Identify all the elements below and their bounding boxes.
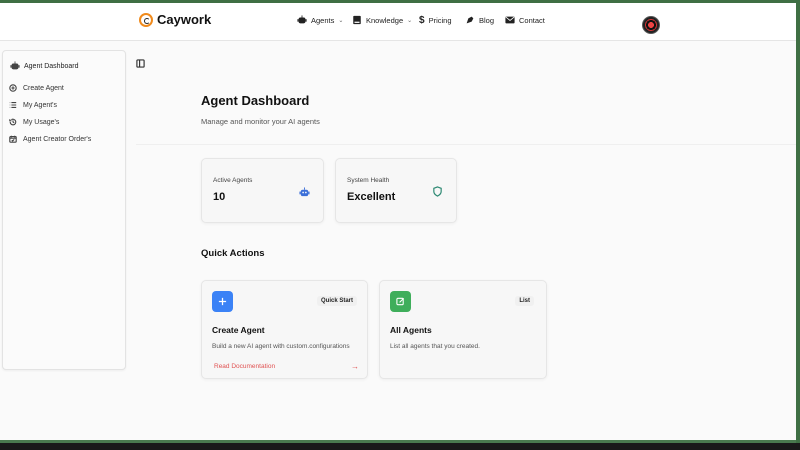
user-avatar[interactable] <box>642 16 660 34</box>
history-icon <box>9 118 17 126</box>
quick-action-create-agent[interactable]: Quick Start Create Agent Build a new AI … <box>201 280 368 379</box>
sidebar: Agent Dashboard Create Agent My Agent's … <box>2 50 126 370</box>
plus-circle-icon <box>9 84 17 92</box>
stat-label: System Health <box>347 177 390 184</box>
sidebar-item-label: My Usage's <box>23 118 60 126</box>
nav-agents-label: Agents <box>311 15 335 25</box>
nav-agents[interactable]: Agents ⌄ <box>297 15 343 25</box>
quick-start-badge: Quick Start <box>316 296 357 306</box>
sidebar-item-label: Create Agent <box>23 84 64 92</box>
section-divider <box>136 144 796 145</box>
quick-actions-title: Quick Actions <box>201 248 265 259</box>
quick-action-description: List all agents that you created. <box>390 343 480 350</box>
caywork-logo-icon <box>139 12 153 27</box>
arrow-right-icon[interactable]: → <box>351 362 359 371</box>
nav-knowledge-label: Knowledge <box>366 15 404 25</box>
brand-logo[interactable]: Caywork <box>139 12 211 27</box>
plus-icon <box>212 291 233 312</box>
sidebar-item-my-agents[interactable]: My Agent's <box>9 101 57 109</box>
envelope-icon <box>505 16 515 24</box>
stat-card-system-health: System Health Excellent <box>335 158 457 223</box>
quick-action-all-agents[interactable]: List All Agents List all agents that you… <box>379 280 547 379</box>
taskbar-edge <box>0 443 800 450</box>
nav-blog-label: Blog <box>479 15 495 25</box>
stat-label: Active Agents <box>213 177 253 184</box>
quick-action-title: Create Agent <box>212 325 265 335</box>
robot-icon <box>299 187 310 197</box>
shield-icon <box>433 186 442 197</box>
nav-contact[interactable]: Contact <box>505 15 545 25</box>
sidebar-item-my-usages[interactable]: My Usage's <box>9 118 59 126</box>
page-subtitle: Manage and monitor your AI agents <box>201 117 320 126</box>
book-icon <box>353 15 361 25</box>
sidebar-toggle-button[interactable] <box>136 55 145 68</box>
chevron-down-icon: ⌄ <box>338 17 344 24</box>
nav-blog[interactable]: Blog <box>465 15 494 25</box>
sidebar-item-label: Agent Creator Order's <box>23 135 92 143</box>
sidebar-item-create-agent[interactable]: Create Agent <box>9 84 64 92</box>
chevron-down-icon: ⌄ <box>407 17 413 24</box>
stat-value: Excellent <box>347 191 396 203</box>
dollar-icon: $ <box>419 15 425 26</box>
stat-card-active-agents: Active Agents 10 <box>201 158 324 223</box>
nav-contact-label: Contact <box>519 15 545 25</box>
sidebar-title: Agent Dashboard <box>24 62 79 70</box>
pen-nib-icon <box>466 16 474 24</box>
quick-action-title: All Agents <box>390 325 432 335</box>
robot-icon <box>10 61 20 70</box>
stat-value: 10 <box>213 191 226 203</box>
list-badge: List <box>515 296 534 306</box>
edit-icon <box>390 291 411 312</box>
sidebar-item-label: My Agent's <box>23 101 58 109</box>
nav-pricing-label: Pricing <box>428 16 452 25</box>
top-navbar: Caywork Agents ⌄ Knowledge ⌄ $ Pricing B… <box>0 3 796 41</box>
list-icon <box>9 102 17 108</box>
quick-action-description: Build a new AI agent with custom.configu… <box>212 343 350 350</box>
window-edge <box>796 0 800 443</box>
app-window: Caywork Agents ⌄ Knowledge ⌄ $ Pricing B… <box>0 0 796 440</box>
nav-knowledge[interactable]: Knowledge ⌄ <box>352 15 412 25</box>
robot-icon <box>297 15 307 24</box>
read-documentation-link[interactable]: Read Documentation <box>214 363 275 370</box>
brand-name: Caywork <box>157 12 212 27</box>
page-title: Agent Dashboard <box>201 93 310 108</box>
nav-pricing[interactable]: $ Pricing <box>419 15 452 26</box>
panel-left-icon <box>136 59 145 68</box>
calendar-check-icon <box>9 135 17 143</box>
sidebar-item-agent-creator-orders[interactable]: Agent Creator Order's <box>9 135 91 143</box>
sidebar-header[interactable]: Agent Dashboard <box>10 61 78 71</box>
